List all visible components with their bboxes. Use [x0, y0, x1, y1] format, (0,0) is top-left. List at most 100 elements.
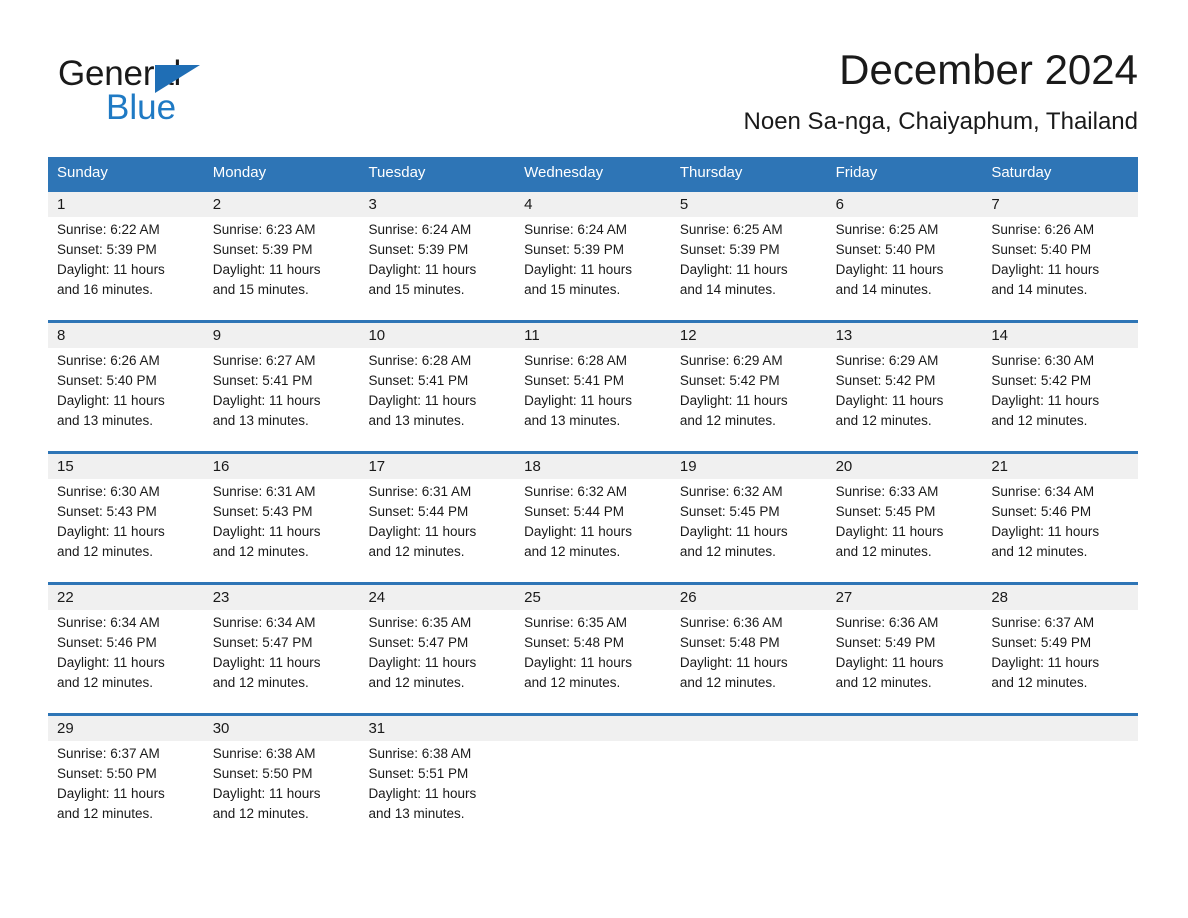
sunset-text: Sunset: 5:40 PM [835, 242, 936, 257]
weekday-header-wednesday: Wednesday [524, 164, 604, 181]
day-cell[interactable]: 4 Sunrise: 6:24 AM Sunset: 5:39 PM Dayli… [515, 192, 671, 320]
sunrise-text: Sunrise: 6:27 AM [212, 353, 316, 368]
sunrise-text: Sunrise: 6:22 AM [57, 222, 160, 237]
day-number: 28 [991, 589, 1008, 606]
day-cell[interactable]: 8 Sunrise: 6:26 AM Sunset: 5:40 PM Dayli… [48, 323, 204, 451]
day-info: Sunrise: 6:38 AM Sunset: 5:51 PM Dayligh… [368, 744, 515, 824]
sunset-text: Sunset: 5:45 PM [679, 504, 780, 519]
day-cell[interactable]: 2 Sunrise: 6:23 AM Sunset: 5:39 PM Dayli… [204, 192, 360, 320]
weekday-header-sunday: Sunday [57, 164, 108, 181]
daylight-text-line1: Daylight: 11 hours [524, 524, 632, 539]
sunset-text: Sunset: 5:49 PM [991, 635, 1092, 650]
page-subtitle: Noen Sa-nga, Chaiyaphum, Thailand [743, 108, 1138, 135]
day-cell[interactable]: 27 Sunrise: 6:36 AM Sunset: 5:49 PM Dayl… [827, 585, 983, 713]
day-cell[interactable]: 15 Sunrise: 6:30 AM Sunset: 5:43 PM Dayl… [48, 454, 204, 582]
day-cell[interactable]: 11 Sunrise: 6:28 AM Sunset: 5:41 PM Dayl… [515, 323, 671, 451]
day-number: 14 [991, 327, 1008, 344]
weekday-header-tuesday: Tuesday [368, 164, 426, 181]
daylight-text-line2: and 12 minutes. [991, 413, 1088, 428]
daylight-text-line2: and 12 minutes. [835, 544, 932, 559]
day-cell[interactable]: 25 Sunrise: 6:35 AM Sunset: 5:48 PM Dayl… [515, 585, 671, 713]
day-info: Sunrise: 6:37 AM Sunset: 5:50 PM Dayligh… [57, 744, 204, 824]
day-cell[interactable]: 18 Sunrise: 6:32 AM Sunset: 5:44 PM Dayl… [515, 454, 671, 582]
daylight-text-line2: and 12 minutes. [679, 544, 776, 559]
day-info: Sunrise: 6:36 AM Sunset: 5:49 PM Dayligh… [836, 613, 983, 693]
sunset-text: Sunset: 5:42 PM [679, 373, 780, 388]
day-cell[interactable]: 30 Sunrise: 6:38 AM Sunset: 5:50 PM Dayl… [204, 716, 360, 844]
sunrise-text: Sunrise: 6:25 AM [679, 222, 783, 237]
daylight-text-line2: and 14 minutes. [835, 282, 932, 297]
sunset-text: Sunset: 5:40 PM [991, 242, 1092, 257]
day-number: 26 [679, 589, 697, 606]
daylight-text-line1: Daylight: 11 hours [679, 524, 788, 539]
day-info: Sunrise: 6:32 AM Sunset: 5:45 PM Dayligh… [680, 482, 827, 562]
day-number: 2 [212, 196, 222, 213]
sunrise-text: Sunrise: 6:28 AM [368, 353, 472, 368]
sunrise-text: Sunrise: 6:36 AM [835, 615, 939, 630]
day-cell[interactable]: 23 Sunrise: 6:34 AM Sunset: 5:47 PM Dayl… [204, 585, 360, 713]
daylight-text-line2: and 12 minutes. [57, 544, 154, 559]
day-info: Sunrise: 6:25 AM Sunset: 5:40 PM Dayligh… [836, 220, 983, 300]
daylight-text-line1: Daylight: 11 hours [524, 262, 632, 277]
day-cell[interactable]: 13 Sunrise: 6:29 AM Sunset: 5:42 PM Dayl… [827, 323, 983, 451]
daylight-text-line1: Daylight: 11 hours [991, 524, 1100, 539]
day-info: Sunrise: 6:30 AM Sunset: 5:43 PM Dayligh… [57, 482, 204, 562]
daylight-text-line1: Daylight: 11 hours [991, 393, 1100, 408]
daylight-text-line1: Daylight: 11 hours [835, 655, 944, 670]
daylight-text-line2: and 12 minutes. [524, 544, 621, 559]
day-cell[interactable]: 6 Sunrise: 6:25 AM Sunset: 5:40 PM Dayli… [827, 192, 983, 320]
daylight-text-line1: Daylight: 11 hours [57, 786, 165, 801]
day-cell-empty [827, 716, 983, 844]
day-cell[interactable]: 24 Sunrise: 6:35 AM Sunset: 5:47 PM Dayl… [359, 585, 515, 713]
day-number: 21 [991, 458, 1008, 475]
day-number: 30 [212, 720, 230, 737]
daylight-text-line1: Daylight: 11 hours [368, 262, 477, 277]
day-cell[interactable]: 14 Sunrise: 6:30 AM Sunset: 5:42 PM Dayl… [982, 323, 1138, 451]
day-cell[interactable]: 29 Sunrise: 6:37 AM Sunset: 5:50 PM Dayl… [48, 716, 204, 844]
day-number: 1 [57, 196, 66, 213]
day-info: Sunrise: 6:32 AM Sunset: 5:44 PM Dayligh… [524, 482, 671, 562]
week-row: 22 Sunrise: 6:34 AM Sunset: 5:46 PM Dayl… [48, 582, 1138, 713]
day-cell[interactable]: 12 Sunrise: 6:29 AM Sunset: 5:42 PM Dayl… [671, 323, 827, 451]
sunrise-text: Sunrise: 6:35 AM [368, 615, 472, 630]
day-cell[interactable]: 3 Sunrise: 6:24 AM Sunset: 5:39 PM Dayli… [359, 192, 515, 320]
day-number: 9 [212, 327, 222, 344]
daylight-text-line2: and 12 minutes. [835, 413, 932, 428]
day-cell[interactable]: 21 Sunrise: 6:34 AM Sunset: 5:46 PM Dayl… [982, 454, 1138, 582]
daylight-text-line2: and 12 minutes. [991, 544, 1088, 559]
day-cell[interactable]: 20 Sunrise: 6:33 AM Sunset: 5:45 PM Dayl… [827, 454, 983, 582]
sunrise-text: Sunrise: 6:26 AM [991, 222, 1095, 237]
day-number: 25 [524, 589, 541, 606]
sunset-text: Sunset: 5:44 PM [368, 504, 469, 519]
sunset-text: Sunset: 5:44 PM [524, 504, 624, 519]
day-cell[interactable]: 26 Sunrise: 6:36 AM Sunset: 5:48 PM Dayl… [671, 585, 827, 713]
day-number: 22 [57, 589, 74, 606]
daylight-text-line1: Daylight: 11 hours [212, 786, 321, 801]
sunset-text: Sunset: 5:43 PM [57, 504, 157, 519]
day-cell[interactable]: 10 Sunrise: 6:28 AM Sunset: 5:41 PM Dayl… [359, 323, 515, 451]
day-cell[interactable]: 9 Sunrise: 6:27 AM Sunset: 5:41 PM Dayli… [204, 323, 360, 451]
day-info: Sunrise: 6:35 AM Sunset: 5:47 PM Dayligh… [368, 613, 515, 693]
daylight-text-line2: and 12 minutes. [679, 413, 776, 428]
day-cell[interactable]: 5 Sunrise: 6:25 AM Sunset: 5:39 PM Dayli… [671, 192, 827, 320]
day-cell[interactable]: 28 Sunrise: 6:37 AM Sunset: 5:49 PM Dayl… [982, 585, 1138, 713]
sunrise-text: Sunrise: 6:32 AM [679, 484, 783, 499]
day-number: 8 [57, 327, 66, 344]
day-cell[interactable]: 17 Sunrise: 6:31 AM Sunset: 5:44 PM Dayl… [359, 454, 515, 582]
day-cell[interactable]: 19 Sunrise: 6:32 AM Sunset: 5:45 PM Dayl… [671, 454, 827, 582]
day-cell[interactable]: 1 Sunrise: 6:22 AM Sunset: 5:39 PM Dayli… [48, 192, 204, 320]
day-info: Sunrise: 6:25 AM Sunset: 5:39 PM Dayligh… [680, 220, 827, 300]
day-cell[interactable]: 22 Sunrise: 6:34 AM Sunset: 5:46 PM Dayl… [48, 585, 204, 713]
day-cell[interactable]: 7 Sunrise: 6:26 AM Sunset: 5:40 PM Dayli… [982, 192, 1138, 320]
day-info: Sunrise: 6:26 AM Sunset: 5:40 PM Dayligh… [57, 351, 204, 431]
sunrise-text: Sunrise: 6:29 AM [679, 353, 783, 368]
day-cell[interactable]: 31 Sunrise: 6:38 AM Sunset: 5:51 PM Dayl… [359, 716, 515, 844]
day-number: 31 [368, 720, 386, 737]
day-info: Sunrise: 6:22 AM Sunset: 5:39 PM Dayligh… [57, 220, 204, 300]
day-info: Sunrise: 6:29 AM Sunset: 5:42 PM Dayligh… [836, 351, 983, 431]
day-info: Sunrise: 6:34 AM Sunset: 5:46 PM Dayligh… [991, 482, 1138, 562]
daylight-text-line1: Daylight: 11 hours [57, 262, 165, 277]
day-cell[interactable]: 16 Sunrise: 6:31 AM Sunset: 5:43 PM Dayl… [204, 454, 360, 582]
day-info: Sunrise: 6:28 AM Sunset: 5:41 PM Dayligh… [368, 351, 515, 431]
daylight-text-line2: and 16 minutes. [57, 282, 154, 297]
